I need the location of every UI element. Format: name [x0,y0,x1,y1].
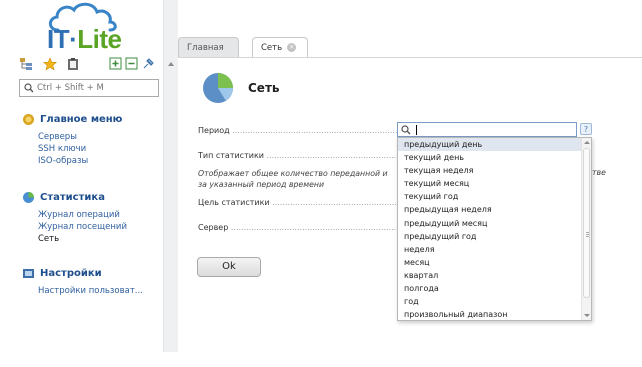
sidebar-search[interactable] [19,79,159,97]
collapse-arrow-icon[interactable] [168,62,174,66]
description-text: Отображает общее количество переданной и… [198,169,388,189]
option-item[interactable]: предыдущий месяц [398,217,591,230]
tab-label: Главная [187,42,224,53]
home-globe-icon [23,113,34,125]
search-input[interactable] [37,81,155,95]
star-icon[interactable] [43,57,57,71]
sidebar-splitter[interactable] [163,0,178,352]
server-label: Сервер .................................… [198,223,430,232]
option-item[interactable]: полгода [398,282,591,295]
options-scrollbar[interactable] [581,138,591,320]
menu-section-main: Главное меню Серверы SSH ключи ISO-образ… [22,112,122,167]
close-tab-icon[interactable]: × [287,43,297,52]
ok-button[interactable]: Ok [197,257,261,277]
option-item[interactable]: произвольный диапазон [398,308,591,320]
search-icon [401,125,411,135]
sidebar-item-iso[interactable]: ISO-образы [38,155,122,167]
sidebar-item-ssh-keys[interactable]: SSH ключи [38,143,122,155]
period-label: Период .................................… [198,126,428,135]
sidebar-item-servers[interactable]: Серверы [38,131,122,143]
page-title: Сеть [248,81,280,95]
sidebar-item-visits-log[interactable]: Журнал посещений [38,221,127,233]
option-item[interactable]: год [398,295,591,308]
statistics-icon [23,191,34,203]
menu-section-settings: Настройки Настройки пользоват... [22,266,143,297]
option-item[interactable]: текущая неделя [398,164,591,177]
tab-bar [178,36,642,57]
option-item[interactable]: квартал [398,269,591,282]
scroll-thumb[interactable] [583,148,590,298]
option-item[interactable]: предыдущий год [398,230,591,243]
option-item[interactable]: неделя [398,243,591,256]
collapse-icon[interactable] [125,57,139,71]
menu-head-main[interactable]: Главное меню [22,112,122,126]
sidebar: IT·Lite Главное меню Серверы [0,0,163,367]
period-options-list[interactable]: предыдущий день текущий день текущая нед… [397,137,592,321]
help-button[interactable]: ? [580,123,592,135]
tree-icon[interactable] [19,57,33,71]
sidebar-item-operations-log[interactable]: Журнал операций [38,209,127,221]
search-icon [24,83,34,93]
tab-label: Сеть [261,42,283,53]
menu-head-settings[interactable]: Настройки [22,266,143,280]
menu-head-statistics[interactable]: Статистика [22,190,127,204]
sidebar-item-user-settings[interactable]: Настройки пользоват... [38,285,143,297]
option-item[interactable]: предыдущий день [398,138,591,152]
logo-text: IT·Lite [47,24,122,54]
pin-icon[interactable] [141,57,155,71]
text-caret [416,125,417,135]
period-combo-input[interactable] [397,122,577,137]
tab-network[interactable]: Сеть × [252,37,308,57]
sidebar-item-network[interactable]: Сеть [38,233,127,245]
option-item[interactable]: текущий год [398,190,591,203]
expand-icon[interactable] [109,57,123,71]
sidebar-toolbar [19,57,159,73]
pie-chart-icon [203,73,234,103]
menu-section-statistics: Статистика Журнал операций Журнал посеще… [22,190,127,245]
option-item[interactable]: текущий месяц [398,177,591,190]
footer-area [163,352,642,367]
scroll-down-icon[interactable] [584,314,590,317]
option-item[interactable]: предыдущая неделя [398,203,591,216]
description-tail: тве [592,168,606,177]
option-item[interactable]: текущий день [398,151,591,164]
scroll-up-icon[interactable] [584,141,590,144]
logo: IT·Lite [44,2,134,54]
clipboard-icon[interactable] [66,57,80,71]
option-item[interactable]: месяц [398,256,591,269]
tab-home[interactable]: Главная [178,37,239,57]
settings-icon [23,268,34,278]
